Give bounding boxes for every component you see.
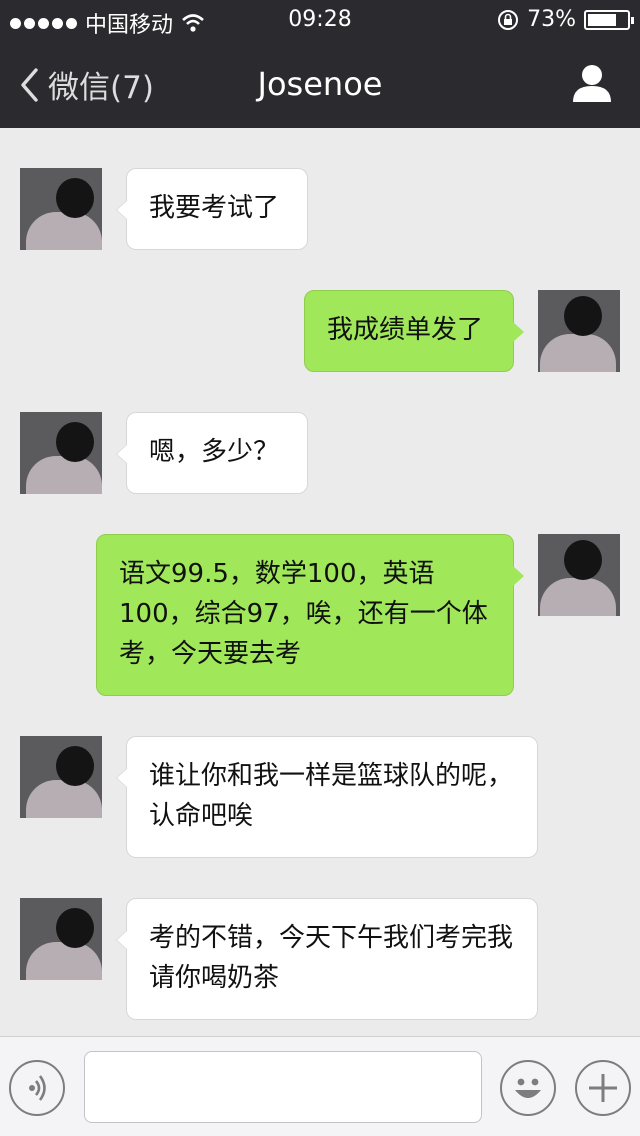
message-bubble[interactable]: 考的不错，今天下午我们考完我请你喝奶茶	[116, 898, 538, 1020]
battery-percent: 73%	[527, 7, 576, 32]
status-bar: 中国移动 09:28 73%	[0, 0, 640, 40]
person-icon	[573, 65, 611, 102]
plus-icon	[589, 1074, 617, 1102]
status-right: 73%	[497, 7, 634, 32]
message-bubble[interactable]: 语文99.5，数学100，英语100，综合97，唉，还有一个体考，今天要去考	[96, 534, 524, 696]
chat-area[interactable]: 我要考试了 我成绩单发了 嗯，多少？ 语文99.5，数学100，英语100，综合…	[0, 128, 640, 1036]
message-input[interactable]	[84, 1051, 482, 1123]
emoji-icon	[515, 1078, 541, 1098]
message-bubble[interactable]: 我要考试了	[116, 168, 308, 250]
message-bubble[interactable]: 谁让你和我一样是篮球队的呢，认命吧唉	[116, 736, 538, 858]
message-bubble[interactable]: 我成绩单发了	[304, 290, 524, 372]
profile-button[interactable]	[572, 64, 612, 106]
emoji-button[interactable]	[500, 1060, 556, 1116]
battery-fill	[588, 13, 616, 26]
contact-avatar[interactable]	[20, 898, 102, 980]
voice-icon	[29, 1075, 46, 1101]
voice-button[interactable]	[9, 1060, 65, 1116]
contact-avatar[interactable]	[20, 168, 102, 250]
nav-bar: 微信(7) Josenoe	[0, 40, 640, 128]
chat-title: Josenoe	[257, 65, 383, 103]
rotation-lock-icon	[498, 9, 519, 30]
contact-avatar[interactable]	[20, 736, 102, 818]
plus-button[interactable]	[575, 1060, 631, 1116]
contact-avatar[interactable]	[20, 412, 102, 494]
my-avatar[interactable]	[538, 534, 620, 616]
battery-icon	[584, 9, 634, 30]
message-bubble[interactable]: 嗯，多少？	[116, 412, 308, 494]
input-bar	[0, 1036, 640, 1136]
my-avatar[interactable]	[538, 290, 620, 372]
